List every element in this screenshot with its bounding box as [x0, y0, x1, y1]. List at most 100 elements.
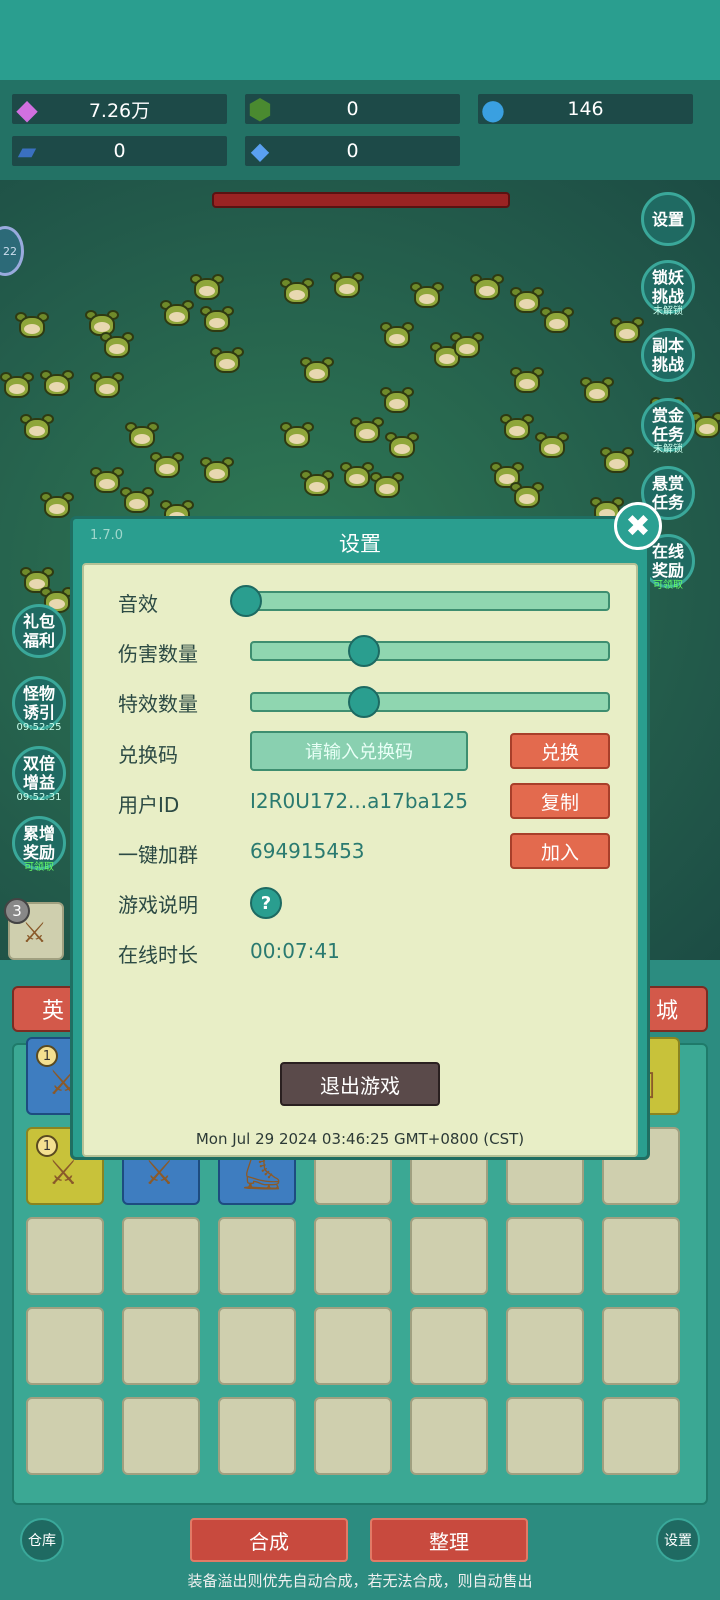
monster-sprite [190, 272, 224, 302]
close-icon[interactable]: ✖ [614, 502, 662, 550]
monster-sprite [610, 315, 644, 345]
inventory-empty-slot[interactable] [602, 1307, 680, 1385]
inventory-empty-slot[interactable] [218, 1217, 296, 1295]
monster-sprite [350, 415, 384, 445]
monster-sprite [410, 280, 444, 310]
green-crystal-icon: ⬢ [247, 92, 273, 126]
sound-slider-knob[interactable] [230, 585, 262, 617]
inventory-empty-slot[interactable] [602, 1397, 680, 1475]
group-number: 694915453 [250, 839, 365, 863]
game-help-label: 游戏说明 [118, 893, 198, 917]
inventory-empty-slot[interactable] [314, 1307, 392, 1385]
accumulate-reward-button[interactable]: 累增奖励 可领取 [12, 816, 66, 873]
sort-label: 整理 [429, 1529, 469, 1554]
book-icon: ▰ [17, 137, 37, 165]
damage-count-slider[interactable] [250, 641, 610, 661]
dungeon-challenge-button[interactable]: 副本挑战 [641, 328, 695, 382]
crystal-value: 0 [346, 98, 359, 120]
storage-button[interactable]: 仓库 [20, 1518, 64, 1562]
monster-sprite [15, 310, 49, 340]
monster-sprite [580, 375, 614, 405]
orb-value: 146 [567, 98, 604, 120]
exit-game-button[interactable]: 退出游戏 [280, 1062, 440, 1106]
inventory-empty-slot[interactable] [26, 1397, 104, 1475]
close-glyph: ✖ [625, 508, 651, 544]
monster-sprite [510, 365, 544, 395]
side-settings-button[interactable]: 设置 [641, 192, 695, 246]
monster-sprite [90, 370, 124, 400]
inventory-empty-slot[interactable] [506, 1397, 584, 1475]
gem-counter: ◆ 7.26万 [12, 93, 227, 126]
monster-sprite [380, 320, 414, 350]
current-datetime: Mon Jul 29 2024 03:46:25 GMT+0800 (CST) [195, 1130, 525, 1148]
side-label: 副本挑战 [651, 336, 684, 374]
monster-sprite [370, 470, 404, 500]
shard-counter: ◆ 0 [245, 136, 460, 166]
book-value: 0 [113, 140, 126, 162]
side-sub: 未解锁 [653, 444, 683, 455]
merge-button[interactable]: 合成 [190, 1518, 348, 1562]
damage-count-label: 伤害数量 [118, 642, 198, 666]
inventory-empty-slot[interactable] [218, 1397, 296, 1475]
online-time-label: 在线时长 [118, 943, 198, 967]
sound-label: 音效 [118, 592, 158, 616]
inventory-empty-slot[interactable] [26, 1217, 104, 1295]
copy-button[interactable]: 复制 [510, 783, 610, 819]
monster-sprite [0, 370, 34, 400]
side-sub: 09:52:31 [16, 792, 62, 803]
inventory-empty-slot[interactable] [506, 1307, 584, 1385]
monster-sprite [500, 412, 534, 442]
inventory-empty-slot[interactable] [410, 1307, 488, 1385]
double-buff-button[interactable]: 双倍增益 09:52:31 [12, 746, 66, 803]
monster-sprite [40, 490, 74, 520]
book-counter: ▰ 0 [12, 136, 227, 166]
redeem-button-label: 兑换 [540, 741, 579, 764]
inventory-empty-slot[interactable] [410, 1217, 488, 1295]
redeem-button[interactable]: 兑换 [510, 733, 610, 769]
inventory-empty-slot[interactable] [506, 1217, 584, 1295]
dialog-title: 设置 [339, 532, 381, 556]
join-button-label: 加入 [540, 841, 579, 864]
monster-sprite [600, 445, 634, 475]
bottom-settings-button[interactable]: 设置 [656, 1518, 700, 1562]
inventory-empty-slot[interactable] [26, 1307, 104, 1385]
side-sub: 未解锁 [653, 306, 683, 317]
monster-sprite [200, 304, 234, 334]
side-label: 设置 [651, 209, 684, 229]
monster-sprite [200, 455, 234, 485]
bounty-task-button[interactable]: 赏金任务 未解锁 [641, 398, 695, 455]
inventory-empty-slot[interactable] [122, 1307, 200, 1385]
tab-label: 城 [655, 999, 678, 1024]
monster-sprite [450, 330, 484, 360]
user-id-label: 用户ID [118, 793, 180, 817]
sort-button[interactable]: 整理 [370, 1518, 528, 1562]
monster-sprite [280, 276, 314, 306]
redeem-placeholder: 请输入兑换码 [305, 742, 413, 763]
monster-sprite [535, 430, 569, 460]
side-sub: 09:52:25 [16, 722, 62, 733]
monster-sprite [380, 385, 414, 415]
join-button[interactable]: 加入 [510, 833, 610, 869]
effects-count-slider[interactable] [250, 692, 610, 712]
inventory-empty-slot[interactable] [122, 1217, 200, 1295]
lock-demon-challenge-button[interactable]: 锁妖挑战 未解锁 [641, 260, 695, 317]
inventory-empty-slot[interactable] [218, 1307, 296, 1385]
inventory-empty-slot[interactable] [314, 1397, 392, 1475]
gift-pack-button[interactable]: 礼包福利 [12, 604, 66, 658]
monster-lure-button[interactable]: 怪物诱引 09:52:25 [12, 676, 66, 733]
monster-sprite [385, 430, 419, 460]
help-icon[interactable]: ? [250, 887, 282, 919]
sound-slider[interactable] [244, 591, 610, 611]
inventory-empty-slot[interactable] [122, 1397, 200, 1475]
inventory-empty-slot[interactable] [314, 1217, 392, 1295]
merge-label: 合成 [249, 1529, 289, 1554]
side-sub: 可领取 [24, 862, 54, 873]
monster-sprite [90, 465, 124, 495]
inventory-empty-slot[interactable] [602, 1217, 680, 1295]
help-glyph: ? [260, 892, 272, 914]
redeem-code-input[interactable]: 请输入兑换码 [250, 731, 468, 771]
settings-label: 设置 [664, 1533, 692, 1549]
monster-sprite [510, 480, 544, 510]
join-group-label: 一键加群 [118, 843, 198, 867]
inventory-empty-slot[interactable] [410, 1397, 488, 1475]
